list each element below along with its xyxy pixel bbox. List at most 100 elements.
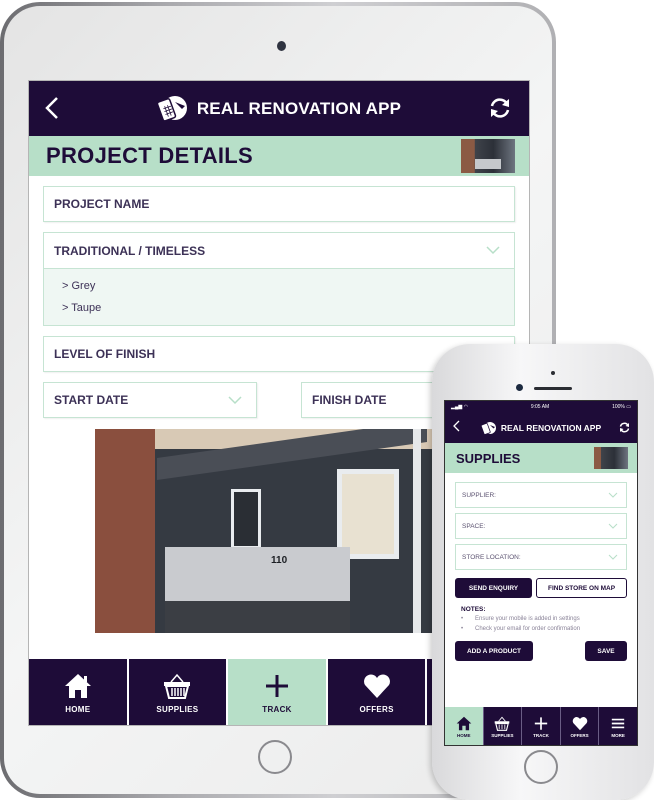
save-button[interactable]: SAVE [585,641,627,661]
nav-home-label: HOME [457,732,471,738]
action-row: SEND ENQUIRY FIND STORE ON MAP [455,578,627,598]
heart-icon [363,674,390,698]
note-item: • Check your email for order confirmation [461,626,581,632]
nav-supplies[interactable]: SUPPLIES [484,707,523,745]
nav-track-label: TRACK [262,704,292,714]
note-text: Check your email for order confirmation [475,626,581,632]
add-product-button[interactable]: ADD A PRODUCT [455,641,533,661]
nav-more-label: MORE [611,732,625,738]
bottom-nav: HOME SUPPLIES TRACK OFFERS MORE [445,707,637,745]
nav-track[interactable]: TRACK [522,707,561,745]
photo-front-wall [165,547,350,603]
app-header: REAL RENOVATION APP [29,81,529,136]
send-enquiry-button[interactable]: SEND ENQUIRY [455,578,533,598]
chevron-down-icon [228,396,242,405]
nav-home[interactable]: HOME [445,707,484,745]
space-label: SPACE: [462,522,486,530]
nav-supplies[interactable]: SUPPLIES [129,659,229,725]
app-header: REAL RENOVATION APP [445,413,637,443]
chevron-down-icon [608,492,618,498]
find-store-button[interactable]: FIND STORE ON MAP [536,578,627,598]
status-time: 9:05 AM [530,404,550,410]
back-button[interactable] [453,420,461,435]
back-button[interactable] [43,95,65,121]
photo-brick-wall [95,429,155,633]
page-title-bar: SUPPLIES [445,443,637,473]
house-number: 110 [271,555,288,566]
supplier-dropdown[interactable]: SUPPLIER: [455,482,627,508]
app-title-group: REAL RENOVATION APP [156,94,402,124]
project-name-placeholder: PROJECT NAME [54,197,150,211]
chevron-down-icon [608,554,618,560]
app-title-group: REAL RENOVATION APP [480,421,602,436]
notes-title: NOTES: [461,606,486,613]
nav-offers-label: OFFERS [570,732,589,738]
nav-supplies-label: SUPPLIES [156,704,199,714]
level-of-finish-label: LEVEL OF FINISH [54,347,156,361]
status-bar: ▂▄▆ ◠ 9:05 AM 100% ▭ [445,401,637,413]
nav-track-label: TRACK [533,732,549,738]
app-logo-icon [156,95,187,122]
plus-icon [534,716,548,730]
style-dropdown[interactable]: TRADITIONAL / TIMELESS > Grey > Taupe [43,232,515,326]
app-title: REAL RENOVATION APP [196,98,402,118]
phone-speaker [534,387,572,390]
home-icon [456,716,472,730]
store-location-label: STORE LOCATION: [462,553,521,561]
phone-home-button[interactable] [524,750,558,784]
start-date-dropdown[interactable]: START DATE [43,382,257,418]
project-thumbnail[interactable] [461,139,515,173]
chevron-left-icon [453,420,460,432]
style-dropdown-value: TRADITIONAL / TIMELESS [54,243,206,258]
home-icon [64,673,91,698]
app-title: REAL RENOVATION APP [500,423,602,433]
nav-supplies-label: SUPPLIES [491,732,514,738]
page-title: PROJECT DETAILS [46,143,254,168]
phone-screen: ▂▄▆ ◠ 9:05 AM 100% ▭ REAL RENOVATION APP [444,400,638,746]
phone-sensor [551,371,555,375]
menu-icon [611,718,625,728]
refresh-icon [490,98,510,118]
form-actions: ADD A PRODUCT SAVE [455,641,627,661]
note-text: Ensure your mobile is added in settings [475,616,580,622]
nav-offers-label: OFFERS [359,704,394,714]
tablet-home-button[interactable] [258,740,292,774]
project-name-input[interactable]: PROJECT NAME [43,186,515,222]
tablet-camera [277,41,286,51]
phone-camera [516,384,523,391]
photo-door [231,489,261,549]
basket-icon [164,673,191,699]
heart-icon [572,716,587,730]
nav-more[interactable]: MORE [599,707,637,745]
start-date-label: START DATE [54,393,129,407]
style-dropdown-header[interactable]: TRADITIONAL / TIMELESS [44,233,514,269]
nav-home[interactable]: HOME [29,659,129,725]
refresh-button[interactable] [487,95,513,121]
photo-downpipe [413,429,421,633]
plus-icon [266,674,289,697]
finish-date-label: FINISH DATE [312,393,387,407]
app-logo-icon [480,421,496,435]
chevron-left-icon [45,97,58,119]
refresh-icon [619,422,630,433]
nav-offers[interactable]: OFFERS [328,659,428,725]
style-option-grey[interactable]: > Grey [62,275,514,297]
style-option-taupe[interactable]: > Taupe [62,297,514,319]
phone-device: ▂▄▆ ◠ 9:05 AM 100% ▭ REAL RENOVATION APP [432,344,654,800]
style-options-list: > Grey > Taupe [44,269,514,325]
refresh-button[interactable] [618,421,631,434]
project-thumbnail[interactable] [594,447,628,469]
supplier-label: SUPPLIER: [462,491,496,499]
notes-section: NOTES: • Ensure your mobile is added in s… [455,606,627,633]
page-title-bar: PROJECT DETAILS [29,136,529,176]
project-photo: 110 [95,429,435,633]
photo-window [337,469,399,559]
nav-track[interactable]: TRACK [228,659,328,725]
space-dropdown[interactable]: SPACE: [455,513,627,539]
store-location-dropdown[interactable]: STORE LOCATION: [455,544,627,570]
basket-icon [495,716,510,731]
supplies-form: SUPPLIER: SPACE: STORE LOCATION: SEND EN… [445,473,637,661]
nav-offers[interactable]: OFFERS [561,707,600,745]
battery-group: 100% ▭ [612,404,631,410]
chevron-down-icon [608,523,618,529]
